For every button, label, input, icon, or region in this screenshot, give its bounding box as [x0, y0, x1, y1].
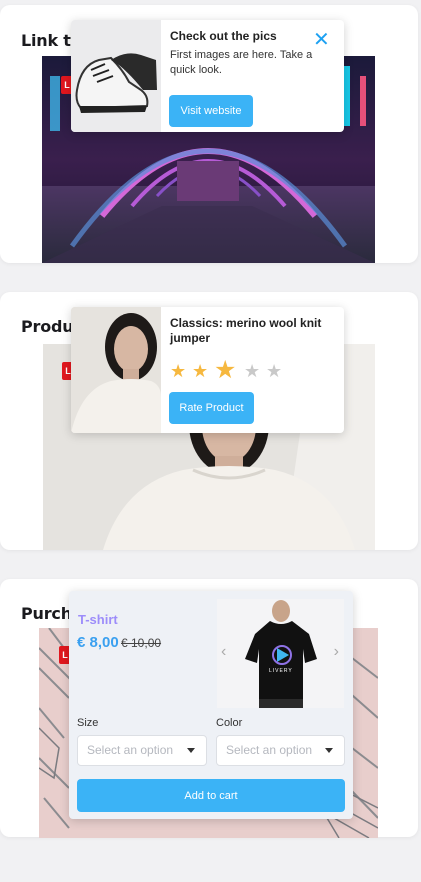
sneaker-thumbnail [71, 20, 161, 132]
model-thumbnail [71, 307, 161, 433]
chevron-left-icon[interactable]: ‹ [221, 643, 226, 661]
star-icon[interactable]: ★ [266, 362, 282, 380]
caret-down-icon [187, 748, 195, 753]
star-icon[interactable]: ★ [170, 362, 186, 380]
card-product-rating: Product rating L Classics: merino wool k… [0, 292, 418, 550]
size-select-value: Select an option [87, 743, 174, 757]
product-old-price: € 10,00 [121, 636, 162, 650]
popup-description: First images are here. Take a quick look… [170, 49, 313, 76]
size-label: Size [77, 717, 99, 729]
star-icon[interactable]: ★ [214, 358, 236, 383]
tshirt-brand-text: LIVERY [269, 668, 293, 674]
color-select[interactable]: Select an option [216, 735, 345, 766]
add-to-cart-button[interactable]: Add to cart [77, 779, 345, 812]
color-select-value: Select an option [226, 743, 313, 757]
rate-product-button[interactable]: Rate Product [169, 392, 254, 424]
product-price: € 8,00 [77, 634, 119, 651]
product-rating-popup[interactable]: Classics: merino wool knit jumper ★ ★ ★ … [71, 307, 344, 433]
color-label: Color [216, 717, 243, 729]
popup-heading: Check out the pics [170, 29, 277, 43]
size-select[interactable]: Select an option [77, 735, 207, 766]
product-link-popup[interactable]: Check out the pics First images are here… [71, 20, 344, 132]
star-icon[interactable]: ★ [244, 362, 260, 380]
card-link-to-products: Link to products [0, 5, 418, 263]
popup-heading: Classics: merino wool knit jumper [170, 316, 322, 345]
caret-down-icon [325, 748, 333, 753]
card-purchase: Purchase L T-shirt € 8,00 € 10,00 LIVERY… [0, 579, 418, 838]
product-name: T-shirt [78, 612, 118, 627]
chevron-right-icon[interactable]: › [334, 643, 339, 661]
close-icon[interactable]: ✕ [313, 30, 330, 50]
star-icon[interactable]: ★ [192, 362, 208, 380]
purchase-popup[interactable]: T-shirt € 8,00 € 10,00 LIVERY ‹ › Size S… [69, 591, 353, 819]
visit-website-button[interactable]: Visit website [169, 95, 253, 127]
product-gallery: LIVERY ‹ › [217, 599, 344, 708]
